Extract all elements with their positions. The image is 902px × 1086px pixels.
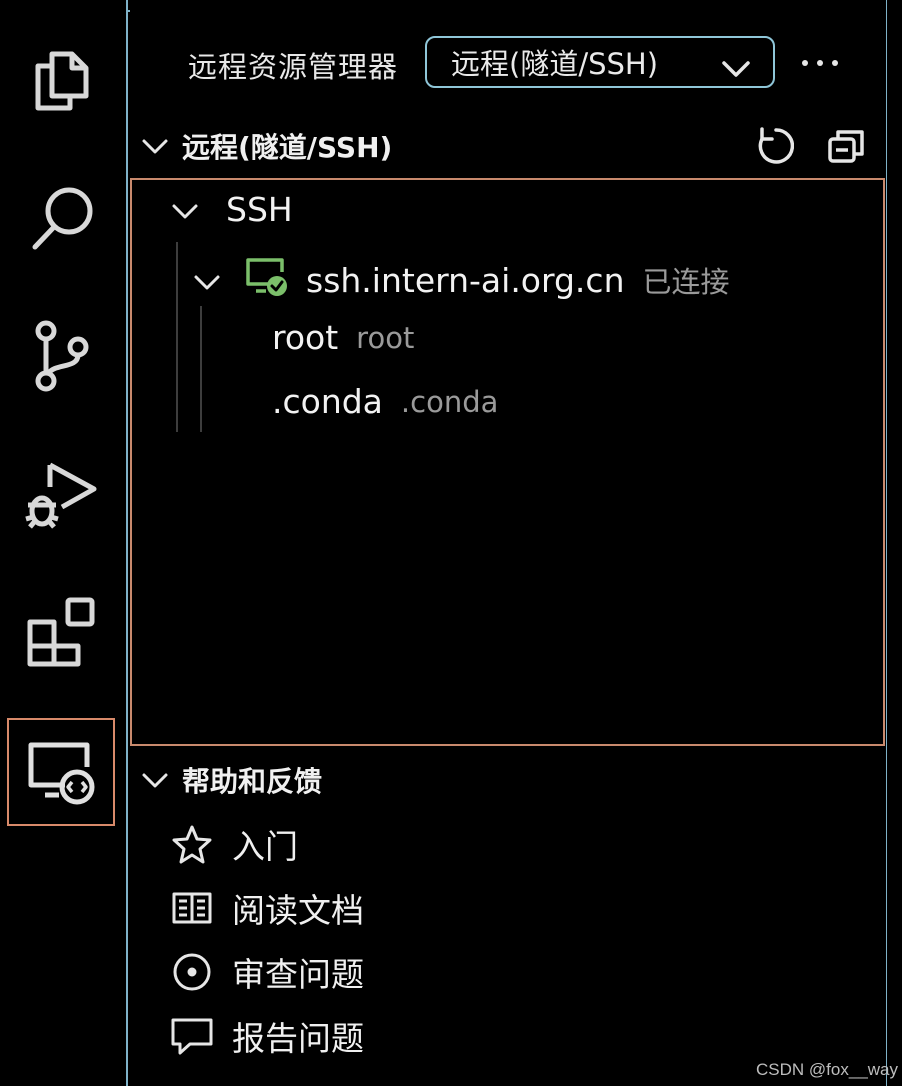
activity-bar: [0, 0, 128, 1086]
activity-explorer[interactable]: [10, 28, 114, 132]
files-icon: [30, 48, 94, 112]
remote-explorer-icon: [25, 737, 97, 807]
chevron-down-icon: [140, 764, 182, 797]
activity-search[interactable]: [10, 166, 114, 270]
book-icon: [170, 886, 214, 930]
side-panel: 远程资源管理器 远程(隧道/SSH) 远程(隧道/SSH) SSH ssh.in…: [130, 0, 886, 1086]
issue-icon: [170, 950, 214, 994]
dropdown-value: 远程(隧道/SSH): [451, 47, 659, 81]
help-item-label: 审查问题: [232, 955, 364, 994]
chevron-down-icon: [170, 190, 200, 229]
help-item-label: 阅读文档: [232, 891, 364, 930]
activity-run-debug[interactable]: [10, 442, 114, 546]
help-item-get-started[interactable]: 入门: [170, 820, 298, 868]
chevron-down-icon: [721, 52, 751, 86]
search-icon: [27, 183, 97, 253]
remote-type-dropdown[interactable]: 远程(隧道/SSH): [425, 36, 775, 88]
source-control-icon: [32, 319, 92, 393]
remote-section-header[interactable]: 远程(隧道/SSH): [140, 126, 392, 166]
chevron-down-icon: [140, 130, 182, 163]
chevron-down-icon: [192, 261, 222, 300]
collapse-all-icon[interactable]: [826, 127, 866, 169]
activity-source-control[interactable]: [10, 304, 114, 408]
watermark: CSDN @fox__way: [756, 1060, 898, 1079]
folder-name: root: [272, 318, 339, 357]
ssh-group-label: SSH: [226, 190, 293, 229]
help-item-review-issues[interactable]: 审查问题: [170, 948, 364, 996]
tree-indent-guide: [200, 306, 202, 432]
help-section-title: 帮助和反馈: [182, 765, 323, 798]
help-item-label: 入门: [232, 827, 298, 866]
help-item-read-docs[interactable]: 阅读文档: [170, 884, 364, 932]
folder-row[interactable]: root root: [272, 318, 414, 357]
connection-status: 已连接: [642, 265, 730, 299]
tree-indent-guide: [176, 242, 178, 432]
refresh-icon[interactable]: [754, 125, 795, 169]
remote-explorer-window: 远程资源管理器 远程(隧道/SSH) 远程(隧道/SSH) SSH ssh.in…: [0, 0, 902, 1086]
extensions-icon: [26, 596, 98, 668]
folder-description: .conda: [400, 384, 499, 419]
panel-title: 远程资源管理器: [188, 50, 399, 84]
ssh-host-name: ssh.intern-ai.org.cn: [306, 260, 625, 300]
folder-name: .conda: [272, 382, 383, 421]
help-section-header[interactable]: 帮助和反馈: [140, 760, 322, 800]
help-item-report-issue[interactable]: 报告问题: [170, 1012, 364, 1060]
star-icon: [170, 822, 214, 866]
folder-description: root: [356, 320, 415, 355]
activity-remote-explorer[interactable]: [7, 718, 115, 826]
activity-extensions[interactable]: [10, 580, 114, 684]
folder-row[interactable]: .conda .conda: [272, 382, 498, 421]
run-debug-icon: [24, 457, 100, 531]
ssh-host-row[interactable]: ssh.intern-ai.org.cn 已连接: [192, 254, 730, 306]
comment-icon: [170, 1014, 214, 1058]
ellipsis-icon[interactable]: [800, 48, 840, 78]
remote-tree: SSH ssh.intern-ai.org.cn 已连接 root root .…: [130, 178, 885, 746]
remote-section-title: 远程(隧道/SSH): [182, 131, 393, 164]
help-item-label: 报告问题: [232, 1019, 364, 1058]
ssh-group-row[interactable]: SSH: [170, 190, 293, 229]
connected-monitor-icon: [244, 254, 288, 306]
